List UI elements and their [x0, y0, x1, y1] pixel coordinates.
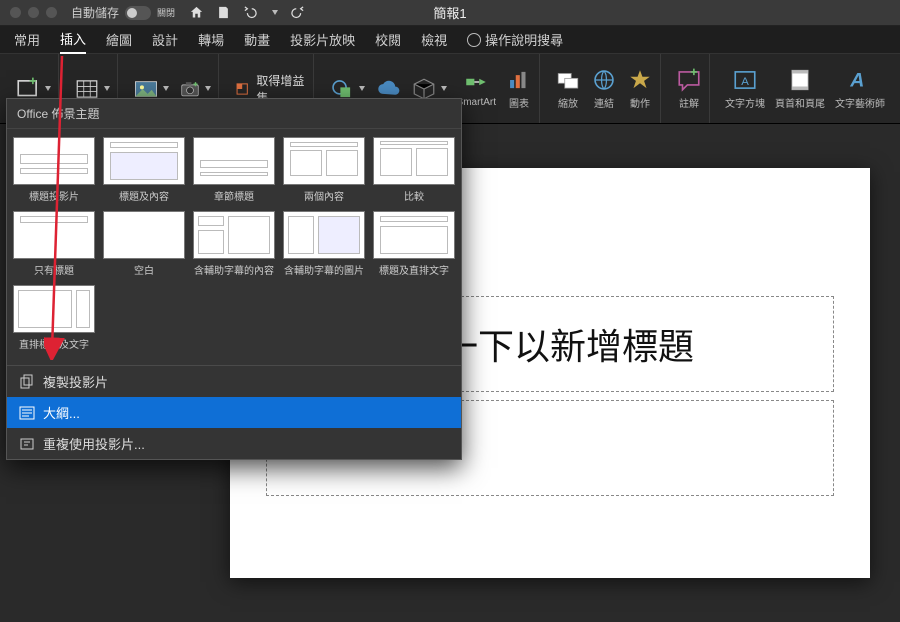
undo-icon[interactable] — [243, 5, 258, 20]
action-button[interactable]: 動作 — [624, 65, 656, 112]
textbox-label: 文字方塊 — [725, 95, 765, 110]
layout-two-content[interactable]: 兩個內容 — [281, 135, 367, 205]
tell-me-search[interactable]: 操作說明搜尋 — [467, 30, 563, 49]
ribbon-group-comment: 註解 — [669, 54, 710, 123]
document-title: 簡報1 — [433, 3, 466, 22]
toggle-switch-icon[interactable] — [125, 6, 151, 20]
tab-slideshow[interactable]: 投影片放映 — [290, 26, 355, 53]
layout-title-only[interactable]: 只有標題 — [11, 209, 97, 279]
home-icon[interactable] — [189, 5, 204, 20]
autosave-label: 自動儲存 — [71, 4, 119, 21]
layout-picture-caption[interactable]: 含輔助字幕的圖片 — [281, 209, 367, 279]
chevron-down-icon[interactable] — [441, 86, 447, 91]
minimize-window-button[interactable] — [28, 7, 39, 18]
chevron-down-icon[interactable] — [104, 86, 110, 91]
svg-text:A: A — [741, 76, 749, 88]
title-bar: 自動儲存 關閉 簡報1 — [0, 0, 900, 26]
slides-from-outline-item[interactable]: 大綱... — [7, 397, 461, 428]
textbox-icon: A — [732, 67, 758, 93]
star-icon — [627, 67, 653, 93]
chevron-down-icon[interactable] — [45, 86, 51, 91]
chevron-down-icon[interactable] — [359, 86, 365, 91]
link-button[interactable]: 連結 — [588, 65, 620, 112]
tab-transitions[interactable]: 轉場 — [198, 26, 224, 53]
outline-label: 大綱... — [43, 403, 80, 422]
tab-insert[interactable]: 插入 — [60, 25, 86, 54]
dropdown-header: Office 佈景主題 — [7, 99, 461, 129]
autosave-state: 關閉 — [157, 6, 175, 19]
chart-button[interactable]: 圖表 — [503, 65, 535, 112]
tab-design[interactable]: 設計 — [152, 26, 178, 53]
textbox-button[interactable]: A 文字方塊 — [722, 65, 768, 112]
outline-icon — [19, 405, 35, 421]
action-label: 動作 — [630, 95, 650, 110]
layout-content-caption[interactable]: 含輔助字幕的內容 — [191, 209, 277, 279]
reuse-label: 重複使用投影片... — [43, 434, 145, 453]
zoom-button[interactable]: 縮放 — [552, 65, 584, 112]
layout-blank[interactable]: 空白 — [101, 209, 187, 279]
headerfooter-icon — [787, 67, 813, 93]
tell-me-label: 操作說明搜尋 — [485, 30, 563, 49]
close-window-button[interactable] — [10, 7, 21, 18]
layout-gallery: 標題投影片 標題及內容 章節標題 兩個內容 比較 只有標題 空白 含輔助字幕的內… — [7, 129, 461, 359]
layout-section-header[interactable]: 章節標題 — [191, 135, 277, 205]
layout-comparison[interactable]: 比較 — [371, 135, 457, 205]
comment-label: 註解 — [679, 95, 699, 110]
tab-review[interactable]: 校閱 — [375, 26, 401, 53]
smartart-label: SmartArt — [457, 97, 496, 108]
tab-home[interactable]: 常用 — [14, 26, 40, 53]
reuse-slides-item[interactable]: 重複使用投影片... — [7, 428, 461, 459]
ribbon-group-text: A 文字方塊 頁首和頁尾 A 文字藝術師 — [718, 54, 892, 123]
lightbulb-icon — [467, 33, 481, 47]
save-icon[interactable] — [216, 5, 231, 20]
headerfooter-label: 頁首和頁尾 — [775, 95, 825, 110]
comment-button[interactable]: 註解 — [673, 65, 705, 112]
chart-icon — [506, 67, 532, 93]
headerfooter-button[interactable]: 頁首和頁尾 — [772, 65, 828, 112]
wordart-label: 文字藝術師 — [835, 95, 885, 110]
layout-vertical-title-text[interactable]: 直排標題及文字 — [11, 283, 97, 353]
tab-draw[interactable]: 繪圖 — [106, 26, 132, 53]
duplicate-label: 複製投影片 — [43, 372, 108, 391]
layout-title-vertical-text[interactable]: 標題及直排文字 — [371, 209, 457, 279]
duplicate-slides-item[interactable]: 複製投影片 — [7, 366, 461, 397]
undo-dropdown-icon[interactable] — [272, 10, 278, 15]
addins-icon — [234, 79, 250, 99]
duplicate-icon — [19, 374, 35, 390]
tab-animations[interactable]: 動畫 — [244, 26, 270, 53]
reuse-icon — [19, 436, 35, 452]
svg-text:A: A — [849, 70, 864, 92]
wordart-icon: A — [847, 67, 873, 93]
window-controls[interactable] — [0, 7, 57, 18]
ribbon-tabs: 常用 插入 繪圖 設計 轉場 動畫 投影片放映 校閱 檢視 操作說明搜尋 — [0, 26, 900, 54]
layout-title-content[interactable]: 標題及內容 — [101, 135, 187, 205]
camera-icon — [179, 78, 201, 100]
layout-title-slide[interactable]: 標題投影片 — [11, 135, 97, 205]
new-slide-dropdown: Office 佈景主題 標題投影片 標題及內容 章節標題 兩個內容 比較 只有標… — [6, 98, 462, 460]
chart-label: 圖表 — [509, 95, 529, 110]
link-icon — [591, 67, 617, 93]
chevron-down-icon[interactable] — [205, 86, 211, 91]
link-label: 連結 — [594, 95, 614, 110]
chevron-down-icon[interactable] — [163, 86, 169, 91]
wordart-button[interactable]: A 文字藝術師 — [832, 65, 888, 112]
smartart-icon — [463, 69, 489, 95]
quick-access-toolbar — [189, 5, 305, 20]
maximize-window-button[interactable] — [46, 7, 57, 18]
redo-icon[interactable] — [290, 5, 305, 20]
zoom-label: 縮放 — [558, 95, 578, 110]
ribbon-group-links: 縮放 連結 動作 — [548, 54, 661, 123]
comment-icon — [676, 67, 702, 93]
autosave-toggle[interactable]: 自動儲存 關閉 — [71, 4, 175, 21]
tab-view[interactable]: 檢視 — [421, 26, 447, 53]
zoom-icon — [555, 67, 581, 93]
